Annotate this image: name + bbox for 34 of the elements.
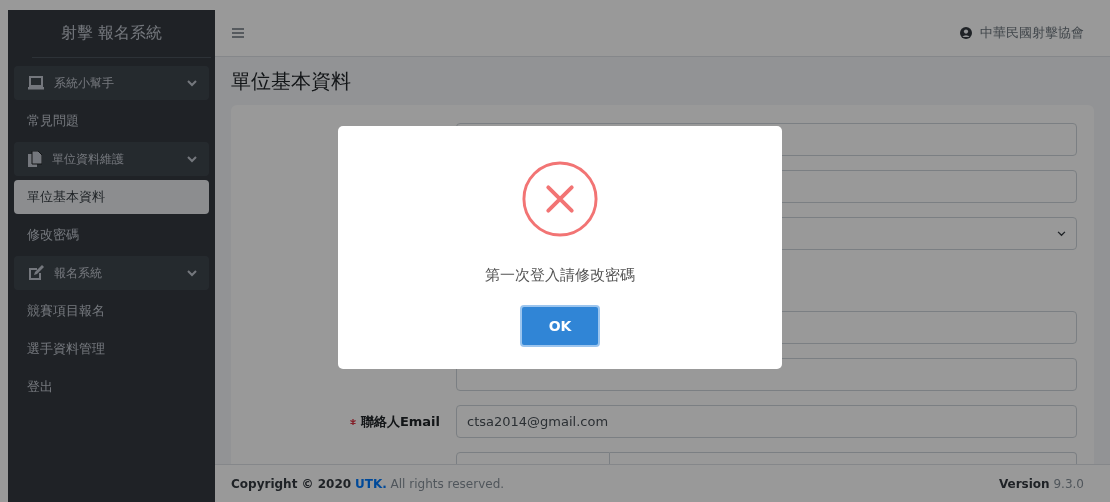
menu-group-label: 報名系統 bbox=[54, 264, 103, 282]
error-icon bbox=[521, 160, 599, 238]
menu-group-label: 系統小幫手 bbox=[54, 74, 115, 92]
menu-item[interactable]: 競賽項目報名 bbox=[14, 294, 209, 328]
menu-group-header[interactable]: 單位資料維護 bbox=[14, 142, 209, 176]
page-title: 單位基本資料 bbox=[230, 67, 352, 95]
laptop-icon bbox=[28, 76, 44, 90]
company-link[interactable]: UTK. bbox=[354, 476, 387, 491]
version-number: 9.3.0 bbox=[1053, 476, 1084, 491]
menu-group-label: 單位資料維護 bbox=[52, 150, 125, 168]
user-name[interactable]: 中華民國射擊協會 bbox=[980, 24, 1084, 42]
chevron-icon bbox=[187, 155, 197, 163]
rights-text: All rights reserved. bbox=[390, 476, 505, 491]
menu-icon[interactable] bbox=[232, 28, 244, 38]
menu-item[interactable]: 修改密碼 bbox=[14, 218, 209, 252]
menu-group-header[interactable]: 系統小幫手 bbox=[14, 66, 209, 100]
chevron-icon bbox=[187, 269, 197, 277]
chevron-icon bbox=[1057, 230, 1066, 237]
menu-item[interactable]: 單位基本資料 bbox=[14, 180, 209, 214]
menu-item[interactable]: 登出 bbox=[14, 370, 209, 404]
menu-item[interactable]: 常見問題 bbox=[14, 104, 209, 138]
input-field[interactable]: ctsa2014@gmail.com bbox=[456, 405, 1077, 438]
user-icon bbox=[960, 27, 972, 39]
menu-group-header[interactable]: 報名系統 bbox=[14, 256, 209, 290]
menu-item[interactable]: 選手資料管理 bbox=[14, 332, 209, 366]
ok-button[interactable]: OK bbox=[520, 305, 600, 347]
dialog-message: 第一次登入請修改密碼 bbox=[485, 266, 635, 285]
copy-icon bbox=[28, 151, 42, 167]
version-label: Version bbox=[998, 476, 1050, 491]
brand-title: 射擊 報名系統 bbox=[59, 22, 164, 44]
chevron-icon bbox=[187, 79, 197, 87]
edit-icon bbox=[28, 265, 44, 281]
copyright-text: Copyright © 2020 bbox=[231, 476, 352, 491]
field-label: 聯絡人Email bbox=[360, 412, 440, 431]
